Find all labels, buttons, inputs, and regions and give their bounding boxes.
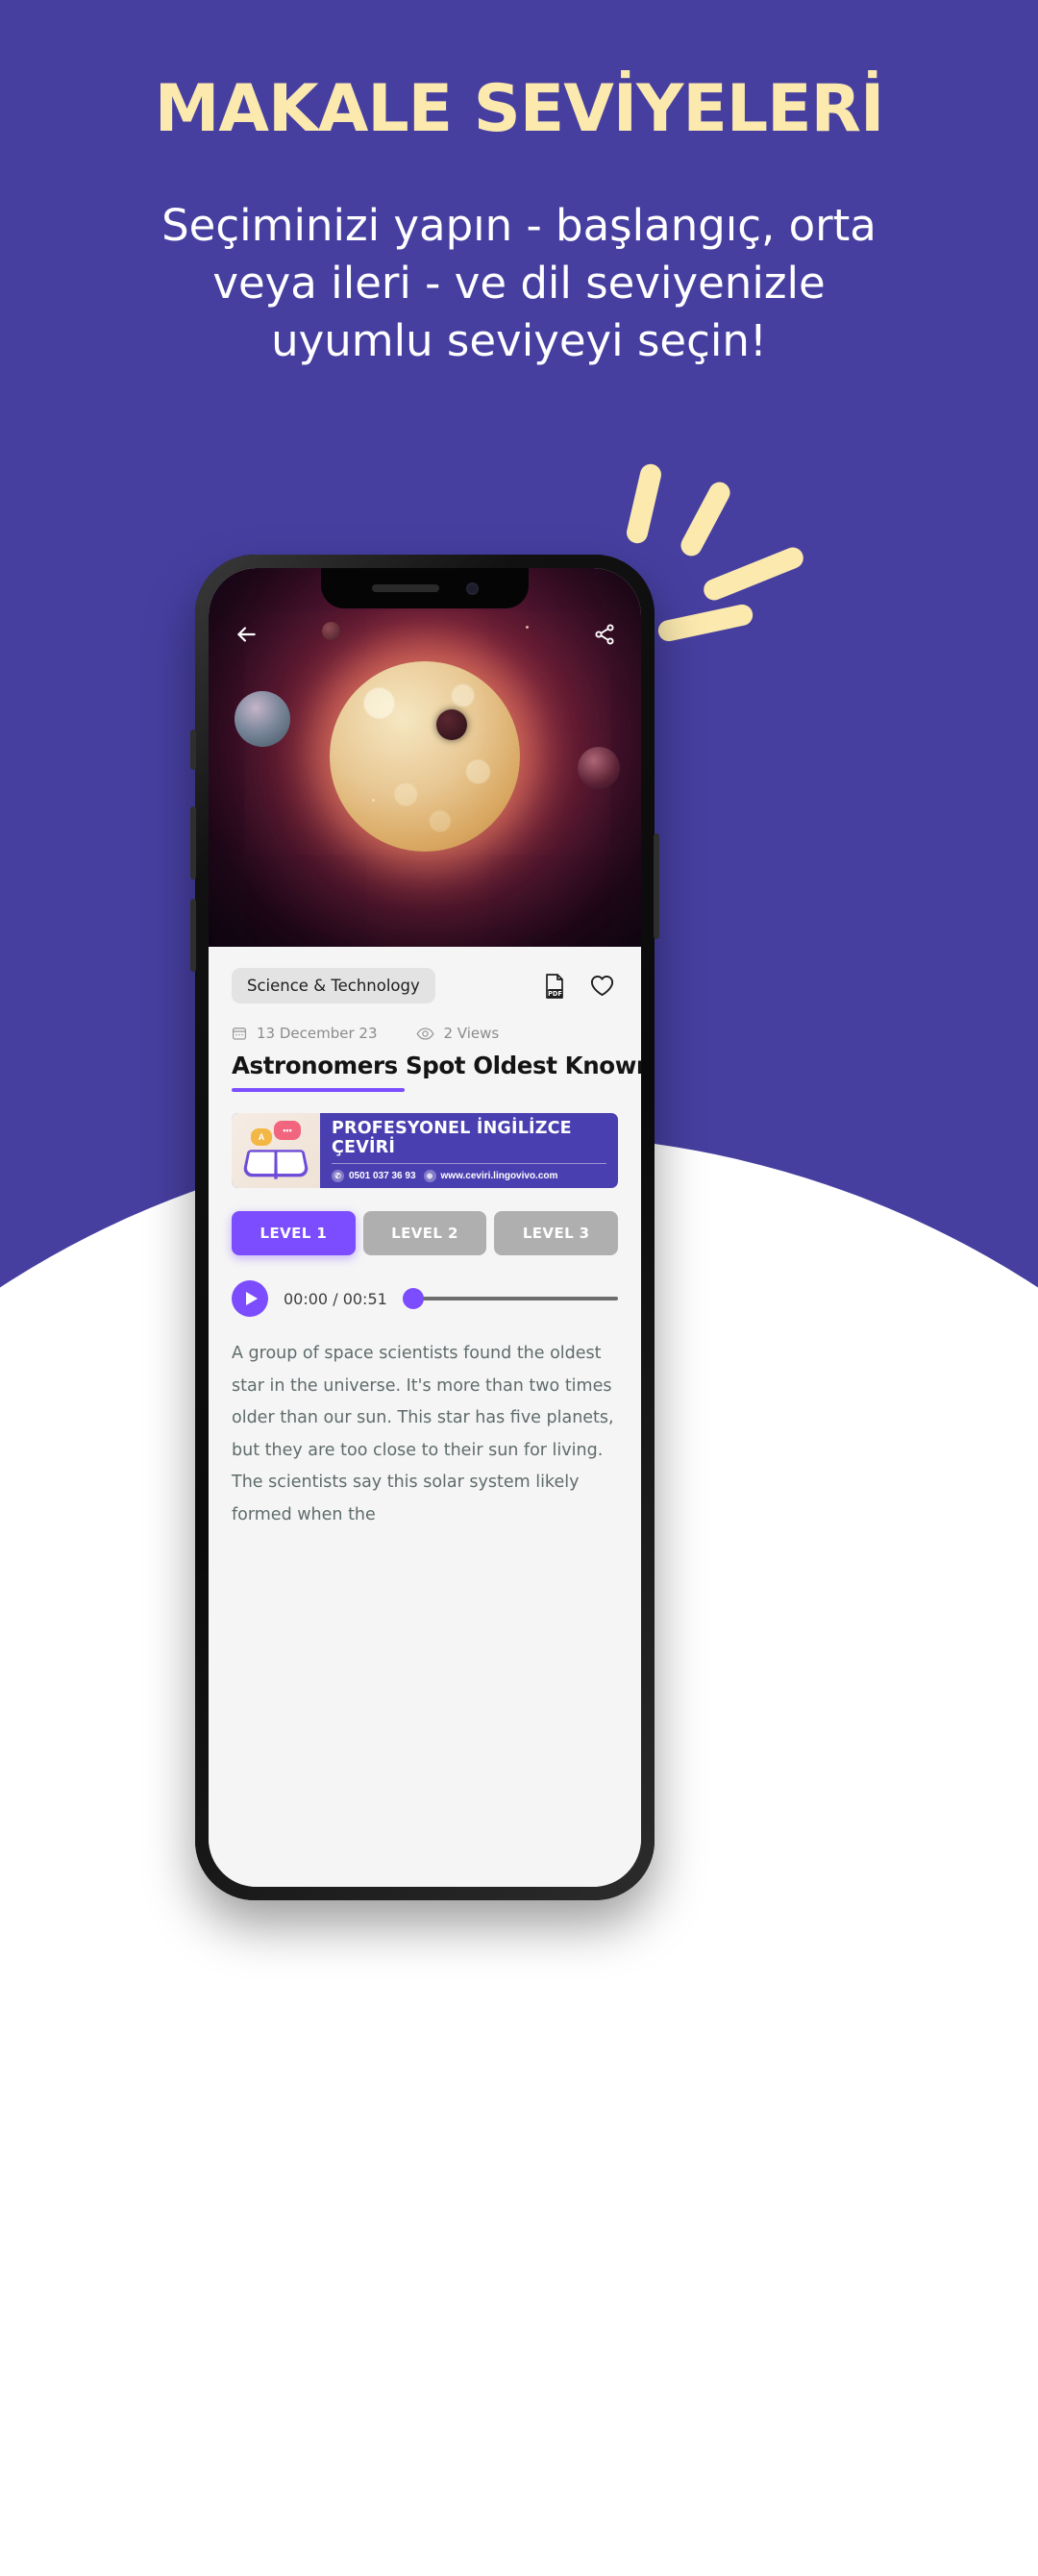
svg-text:PDF: PDF [548, 990, 562, 998]
banner-website-url: www.ceviri.lingovivo.com [440, 1171, 558, 1181]
banner-website: ⊕ www.ceviri.lingovivo.com [423, 1170, 558, 1182]
chat-bubble-dots-icon: ••• [274, 1121, 301, 1140]
level-selector: LEVEL 1 LEVEL 2 LEVEL 3 [232, 1211, 619, 1255]
planet-blue-icon [235, 691, 290, 747]
category-badge[interactable]: Science & Technology [232, 968, 435, 1003]
calendar-icon [232, 1028, 247, 1040]
phone-mute-switch [190, 730, 196, 770]
phone-notch [321, 568, 529, 608]
audio-time-separator: / [333, 1289, 338, 1308]
article-title: Astronomers Spot Oldest Known Star [232, 1052, 641, 1079]
earpiece-speaker [371, 584, 439, 592]
phone-power-button [654, 833, 659, 939]
phone-icon: ✆ [332, 1170, 344, 1182]
share-icon [595, 624, 614, 645]
audio-time: 00:00 / 00:51 [284, 1290, 387, 1308]
level-3-button[interactable]: LEVEL 3 [494, 1211, 619, 1255]
play-button[interactable] [232, 1280, 268, 1317]
level-1-button[interactable]: LEVEL 1 [232, 1211, 356, 1255]
audio-seek-handle[interactable] [402, 1288, 424, 1309]
phone-volume-down-button [190, 899, 196, 972]
banner-divider [332, 1163, 607, 1164]
phone-mockup: Science & Technology PDF 13 December 23 … [190, 555, 659, 1900]
page-subtitle: Seçiminizi yapın - başlangıç, orta veya … [161, 200, 877, 366]
book-icon [241, 1150, 310, 1177]
banner-phone-number: 0501 037 36 93 [349, 1171, 416, 1181]
article-date: 13 December 23 [257, 1025, 378, 1042]
article-views: 2 Views [443, 1025, 500, 1042]
eye-icon [415, 1027, 434, 1040]
download-pdf-button[interactable]: PDF [544, 973, 565, 999]
article-body: A group of space scientists found the ol… [232, 1344, 614, 1524]
level-2-button[interactable]: LEVEL 2 [362, 1211, 487, 1255]
audio-seek-track [413, 1297, 618, 1300]
play-icon [245, 1292, 258, 1305]
arrow-left-icon [237, 627, 256, 642]
star-illustration [330, 661, 520, 852]
banner-headline: PROFESYONEL İNGİLİZCE ÇEVİRİ [332, 1119, 572, 1157]
phone-volume-up-button [190, 806, 196, 879]
globe-icon: ⊕ [423, 1170, 436, 1182]
promo-banner[interactable]: A ••• PROFESYONEL İNGİLİZCE ÇEVİRİ ✆ 050… [232, 1113, 618, 1188]
planet-dark-icon [436, 709, 467, 740]
audio-duration: 00:51 [342, 1289, 387, 1308]
audio-player: 00:00 / 00:51 [232, 1280, 618, 1317]
pdf-file-icon: PDF [546, 973, 563, 999]
banner-illustration: A ••• [232, 1113, 320, 1188]
article-content-sheet: Science & Technology PDF 13 December 23 … [209, 947, 641, 1887]
share-button[interactable] [593, 623, 616, 646]
phone-screen: Science & Technology PDF 13 December 23 … [209, 568, 641, 1887]
audio-seek-bar[interactable] [402, 1287, 618, 1310]
chat-bubble-a-icon: A [251, 1128, 272, 1146]
title-underline [232, 1088, 405, 1092]
favorite-button[interactable] [590, 975, 614, 997]
article-meta: 13 December 23 2 Views [232, 1025, 618, 1042]
front-camera-icon [465, 582, 479, 595]
page-title: MAKALE SEVİYELERİ [154, 71, 885, 147]
heart-icon [590, 975, 614, 997]
banner-phone: ✆ 0501 037 36 93 [332, 1170, 416, 1182]
back-button[interactable] [234, 622, 259, 647]
planet-right-icon [578, 747, 620, 789]
audio-current-time: 00:00 [284, 1289, 329, 1308]
article-hero-image [209, 568, 641, 947]
